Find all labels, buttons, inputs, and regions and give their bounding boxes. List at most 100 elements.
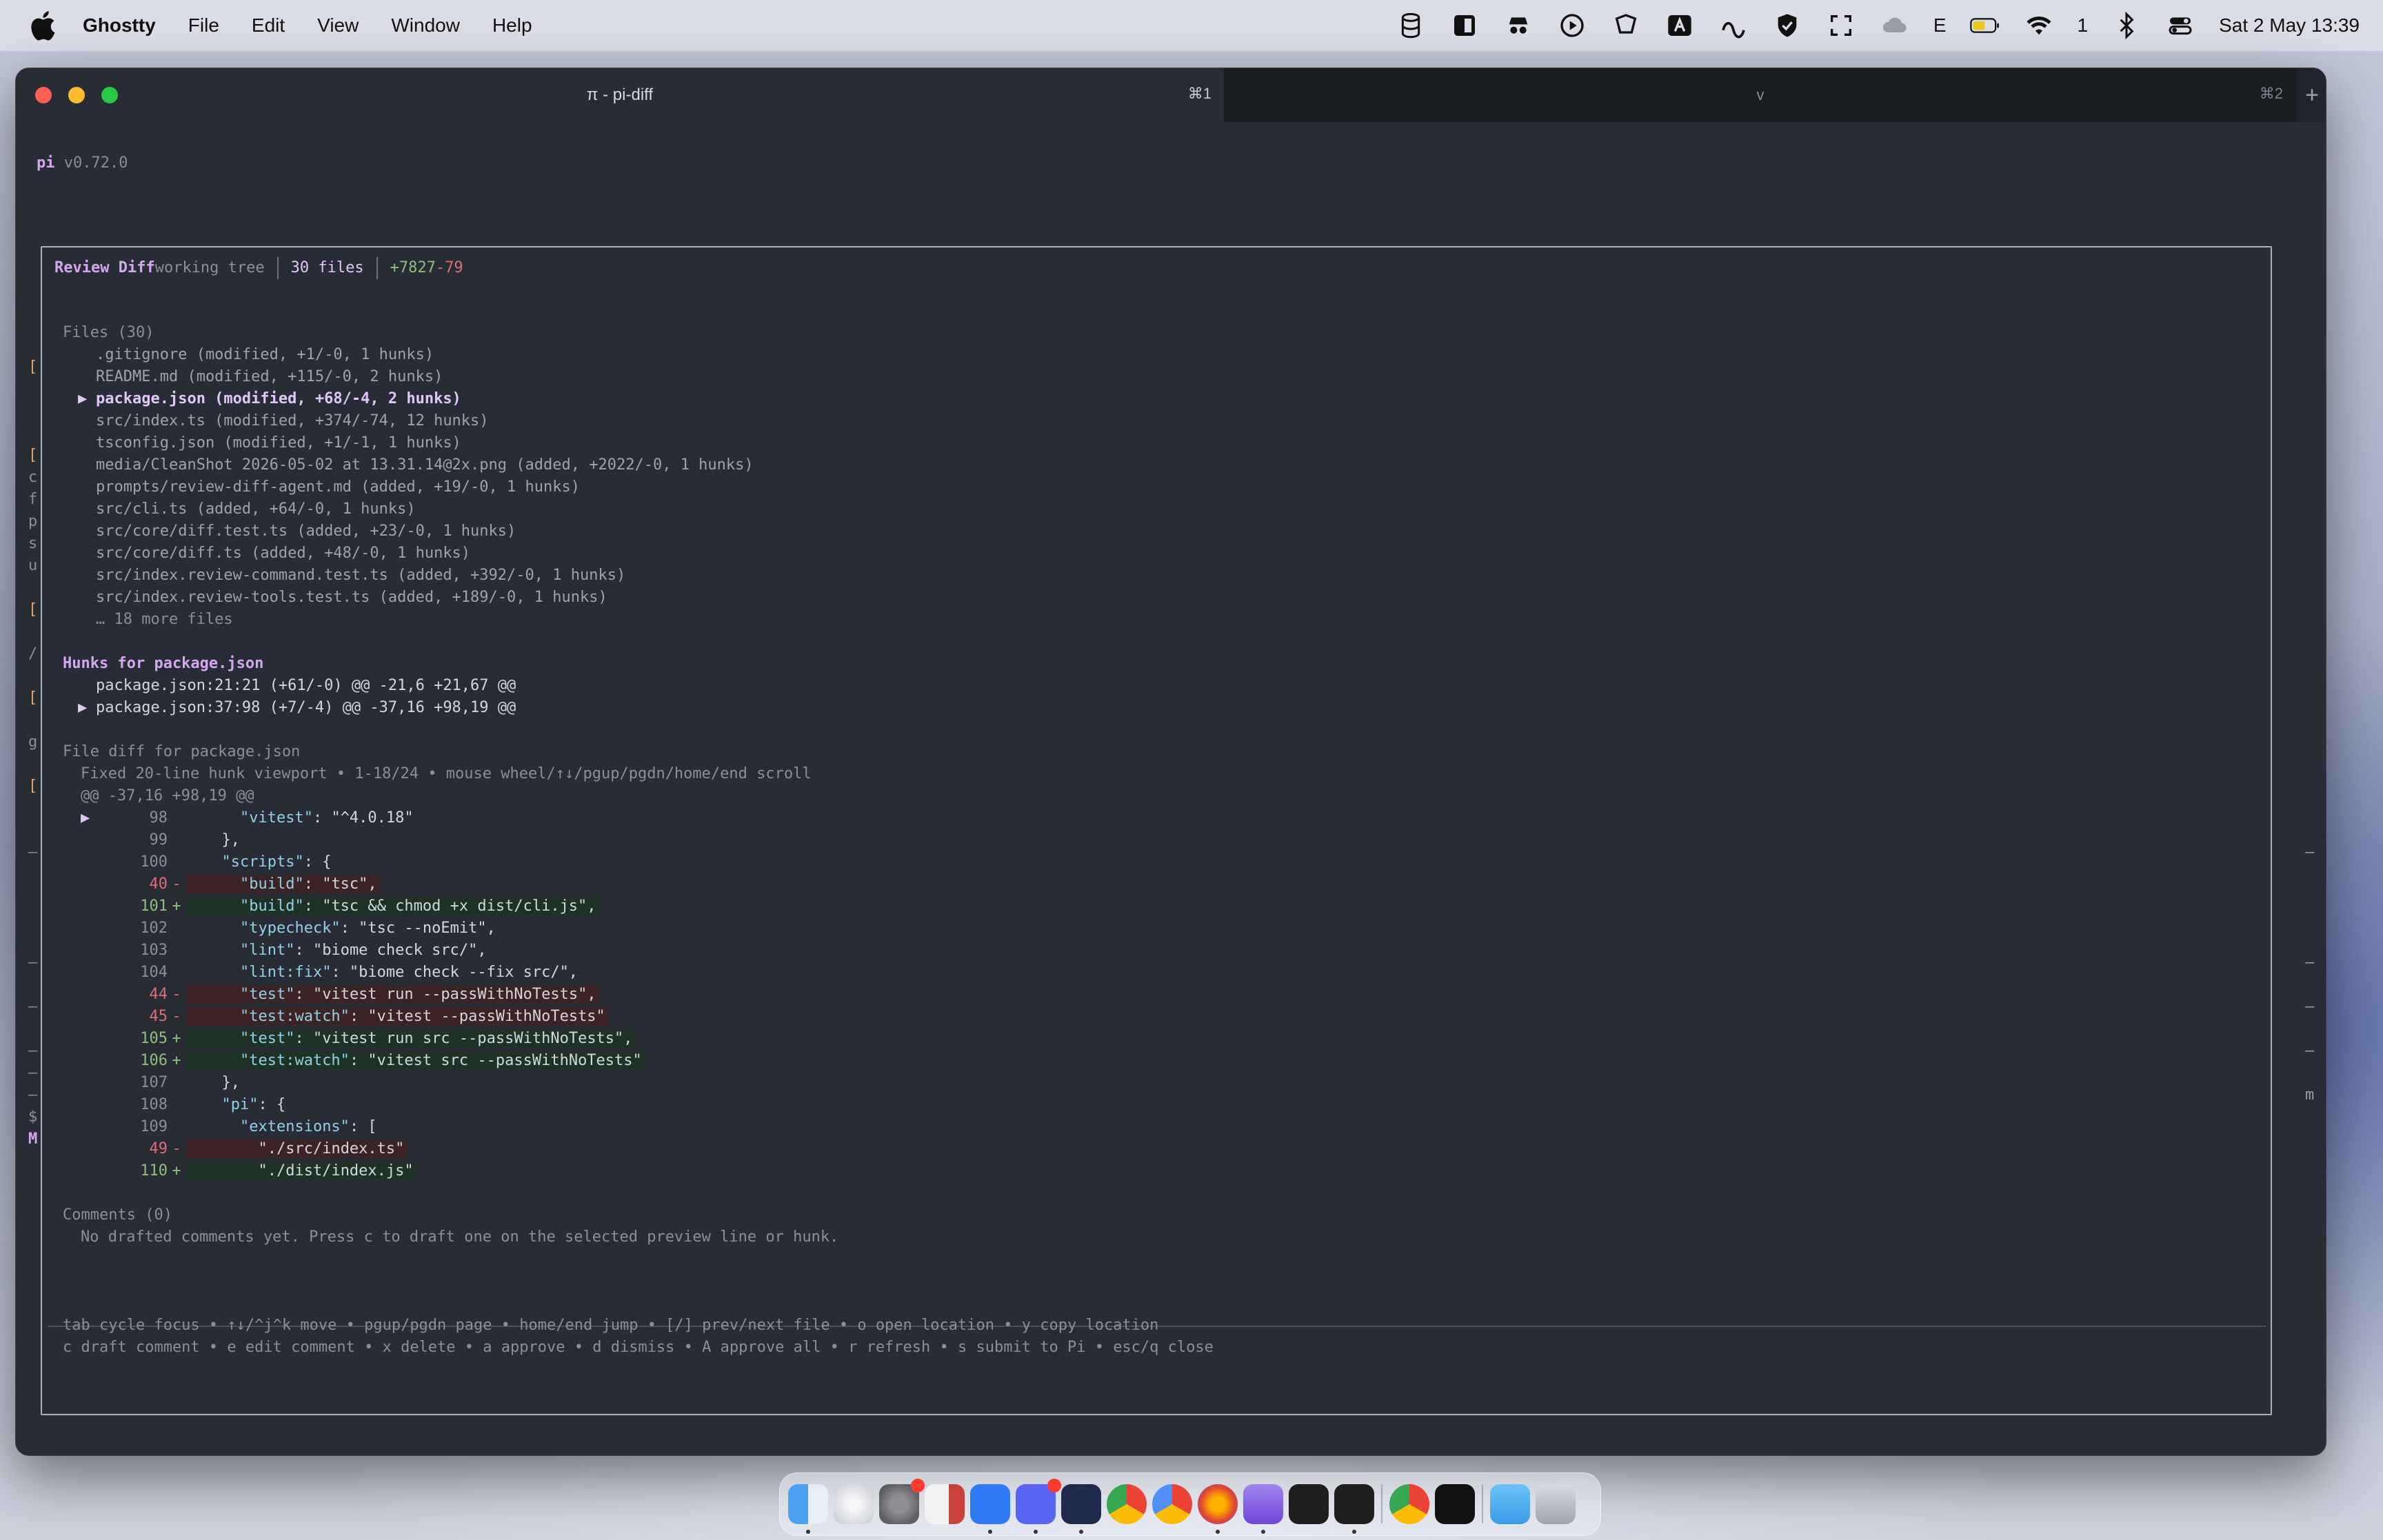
gutter-mark: – [2305, 1042, 2315, 1060]
diff-line[interactable]: 99 }, [81, 829, 243, 851]
battery-icon[interactable] [1969, 12, 2000, 39]
apple-menu-icon[interactable] [26, 8, 62, 43]
diff-line[interactable]: 107 }, [81, 1072, 243, 1094]
menu-help[interactable]: Help [492, 14, 532, 37]
wifi-icon[interactable] [2024, 12, 2054, 39]
status-letter[interactable]: E [1933, 14, 1947, 37]
menu-view[interactable]: View [317, 14, 359, 37]
shield-status-icon[interactable] [1611, 12, 1641, 39]
diff-line[interactable]: ▶ 98 "vitest": "^4.0.18" [81, 807, 416, 829]
diff-line[interactable]: 45- "test:watch": "vitest --passWithNoTe… [81, 1006, 608, 1028]
diff-cursor-icon [81, 1028, 99, 1050]
hunk-row[interactable]: ▶ package.json:37:98 (+7/-4) @@ -37,16 +9… [78, 697, 516, 719]
chrome-canary-icon[interactable] [1152, 1484, 1192, 1524]
system-settings-icon[interactable] [879, 1479, 925, 1524]
cloud-status-icon[interactable] [1880, 12, 1910, 39]
gutter-mark: – [2305, 844, 2315, 861]
diff-line[interactable]: 40- "build": "tsc", [81, 873, 380, 895]
diff-cursor-icon [81, 1116, 99, 1138]
status-menus: E 1 Sat 2 May 13:39 [1372, 0, 2360, 51]
more-files[interactable]: … 18 more files [96, 609, 233, 631]
diff-sign [168, 1116, 185, 1138]
diff-cursor-icon [81, 1138, 99, 1160]
firefox-icon[interactable] [1198, 1484, 1238, 1534]
terminal-area[interactable]: pi v0.72.0 Review Diff working tree 30 fi… [16, 122, 2326, 1455]
diff-line[interactable]: 49- "./src/index.ts" [81, 1138, 408, 1160]
diff-code: }, [185, 831, 243, 849]
new-tab-button[interactable]: + [2297, 68, 2326, 122]
file-row[interactable]: prompts/review-diff-agent.md (added, +19… [96, 476, 580, 498]
notes-icon[interactable] [925, 1484, 965, 1524]
figma-icon[interactable] [1289, 1484, 1329, 1524]
diff-cursor-icon [81, 1160, 99, 1182]
diff-line[interactable]: 103 "lint": "biome check src/", [81, 940, 490, 962]
tab-v[interactable]: v ⌘2 [1224, 68, 2297, 122]
diff-line[interactable]: 102 "typecheck": "tsc --noEmit", [81, 918, 499, 940]
incognito-status-icon[interactable] [1503, 12, 1534, 39]
ligature-status-icon[interactable] [1718, 12, 1749, 39]
hunk-row[interactable]: package.json:21:21 (+61/-0) @@ -21,6 +21… [96, 675, 516, 697]
diff-line[interactable]: 101 + "build": "tsc && chmod +x dist/cli.… [81, 895, 599, 918]
diff-line[interactable]: 44- "test": "vitest run --passWithNoTest… [81, 984, 599, 1006]
database-icon[interactable] [1243, 1484, 1283, 1534]
file-row[interactable]: src/index.review-tools.test.ts (added, +… [96, 587, 607, 609]
diff-line[interactable]: 100 "scripts": { [81, 851, 334, 873]
terminal-icon[interactable] [1061, 1484, 1101, 1534]
downloads-icon[interactable] [1490, 1484, 1530, 1524]
gutter-mark: g [28, 733, 38, 751]
sidebar-status-icon[interactable] [1449, 12, 1480, 39]
file-row[interactable]: src/index.review-command.test.ts (added,… [96, 565, 625, 587]
diff-line[interactable]: 108 "pi": { [81, 1094, 288, 1116]
tab-shortcut: ⌘2 [2259, 85, 2283, 102]
menu-edit[interactable]: Edit [252, 14, 285, 37]
file-row[interactable]: ▶ package.json (modified, +68/-4, 2 hunks… [78, 388, 461, 410]
diff-line[interactable]: 109 "extensions": [ [81, 1116, 380, 1138]
tab-shortcut: ⌘1 [1187, 85, 1211, 102]
menu-app-name[interactable]: Ghostty [83, 14, 156, 37]
control-center-icon[interactable] [2165, 12, 2195, 39]
zoom-window-button[interactable] [101, 87, 118, 103]
file-row[interactable]: README.md (modified, +115/-0, 2 hunks) [96, 366, 443, 388]
close-window-button[interactable] [35, 87, 52, 103]
tab-pi-diff[interactable]: π - pi-diff ⌘1 [16, 68, 1224, 122]
comments-heading: Comments (0) [63, 1206, 172, 1224]
file-row[interactable]: tsconfig.json (modified, +1/-1, 1 hunks) [96, 432, 461, 454]
chrome-icon[interactable] [1107, 1484, 1147, 1524]
diff-code: "test": "vitest run src --passWithNoTest… [185, 1030, 636, 1047]
file-row[interactable]: src/index.ts (modified, +374/-74, 12 hun… [96, 410, 489, 432]
file-row[interactable]: src/core/diff.ts (added, +48/-0, 1 hunks… [96, 543, 470, 565]
menu-window[interactable]: Window [391, 14, 460, 37]
vpn-shield-icon[interactable] [1772, 12, 1802, 39]
file-row[interactable]: .gitignore (modified, +1/-0, 1 hunks) [96, 344, 434, 366]
diff-code: "build": "tsc", [185, 875, 380, 893]
discord-icon[interactable] [1016, 1479, 1061, 1534]
status-number[interactable]: 1 [2078, 14, 2089, 37]
json-value: : "vitest run src --passWithNoTests", [294, 1030, 633, 1047]
expand-status-icon[interactable] [1826, 12, 1856, 39]
bluetooth-icon[interactable] [2111, 12, 2142, 39]
file-row[interactable]: media/CleanShot 2026-05-02 at 13.31.14@2… [96, 454, 754, 476]
activity-monitor-icon[interactable] [1435, 1484, 1475, 1524]
diff-line[interactable]: 104 "lint:fix": "biome check --fix src/"… [81, 962, 581, 984]
zalo-icon[interactable] [970, 1484, 1010, 1534]
file-row[interactable]: src/cli.ts (added, +64/-0, 1 hunks) [96, 498, 416, 520]
diff-line[interactable]: 106 + "test:watch": "vitest src --passWit… [81, 1050, 645, 1072]
play-status-icon[interactable] [1557, 12, 1587, 39]
trash-icon[interactable] [1536, 1484, 1576, 1524]
diff-line[interactable]: 105 + "test": "vitest run src --passWithN… [81, 1028, 636, 1050]
keyboard-input-icon[interactable] [1665, 12, 1695, 39]
vscode-icon[interactable] [1334, 1484, 1374, 1534]
menu-file[interactable]: File [188, 14, 219, 37]
diff-line[interactable]: 110 + "./dist/index.js" [81, 1160, 416, 1182]
menu-clock[interactable]: Sat 2 May 13:39 [2219, 14, 2360, 37]
database-status-icon[interactable] [1396, 12, 1426, 39]
diff-cursor-icon [81, 1094, 99, 1116]
chrome-profile-icon[interactable] [1389, 1484, 1429, 1524]
file-row[interactable]: src/core/diff.test.ts (added, +23/-0, 1 … [96, 520, 516, 543]
desktop: Ghostty File Edit View Window Help E 1 S… [0, 0, 2383, 1540]
finder-icon[interactable] [788, 1484, 828, 1534]
launchpad-icon[interactable] [834, 1484, 874, 1524]
minimize-window-button[interactable] [68, 87, 85, 103]
